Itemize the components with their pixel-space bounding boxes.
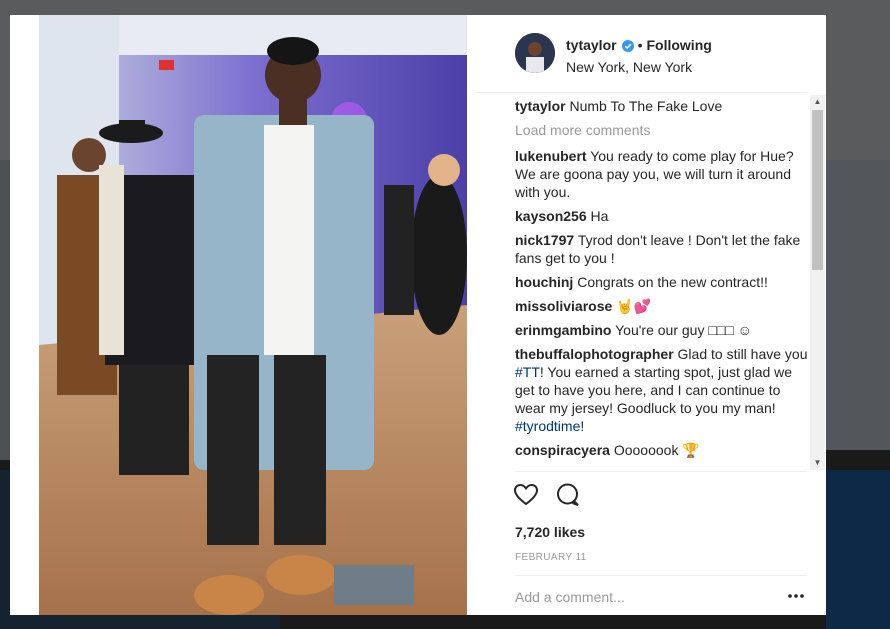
comment-item: nick1797 Tyrod don't leave ! Don't let t… <box>515 231 808 267</box>
post-header: tytaylor • Following New York, New York <box>475 15 807 93</box>
comment-username[interactable]: nick1797 <box>515 232 574 248</box>
comment-item: missoliviarose 🤘💕 <box>515 297 808 315</box>
comment-username[interactable]: conspiracyera <box>515 442 610 458</box>
comment-username[interactable]: tytaylor <box>515 98 566 114</box>
comments-scrollbar[interactable]: ▲ ▼ <box>810 95 825 470</box>
scrollbar-thumb[interactable] <box>812 110 823 270</box>
comment-item: houchinj Congrats on the new contract!! <box>515 273 808 291</box>
username-link[interactable]: tytaylor <box>566 37 617 53</box>
comment-username[interactable]: erinmgambino <box>515 322 611 338</box>
post-photo-illustration <box>39 15 467 615</box>
avatar[interactable] <box>515 33 555 73</box>
post-actions: 7,720 likes FEBRUARY 11 <box>513 471 807 615</box>
comment-text: ! You earned a starting spot, just glad … <box>515 364 793 416</box>
comment-text: 🤘💕 <box>616 298 652 314</box>
comment-username[interactable]: lukenubert <box>515 148 587 164</box>
comment-item: erinmgambino You're our guy □□□ ☺ <box>515 321 808 339</box>
following-button[interactable]: Following <box>646 37 711 53</box>
comment-text: Ha <box>590 208 609 224</box>
username-row: tytaylor • Following <box>566 37 712 53</box>
add-comment-row <box>515 575 807 615</box>
caption-text: Numb To The Fake Love <box>569 98 723 114</box>
comment-text: ! <box>580 418 585 434</box>
scroll-up-arrow-icon[interactable]: ▲ <box>810 95 825 109</box>
post-sidebar: tytaylor • Following New York, New York … <box>475 15 826 615</box>
comment-username[interactable]: missoliviarose <box>515 298 612 314</box>
add-comment-input[interactable] <box>515 587 765 607</box>
photo-panel <box>10 15 475 615</box>
comment-item: conspiracyera Oooooook 🏆 <box>515 441 808 459</box>
comment-item: lukenubert You ready to come play for Hu… <box>515 147 808 201</box>
location-link[interactable]: New York, New York <box>566 59 692 75</box>
comment-list: tytaylor Numb To The Fake Love Load more… <box>515 97 808 471</box>
separator-dot: • <box>637 37 643 53</box>
comment-username[interactable]: houchinj <box>515 274 573 290</box>
caption: tytaylor Numb To The Fake Love <box>515 97 808 115</box>
comment-text: Congrats on the new contract!! <box>577 274 768 290</box>
verified-badge-icon <box>621 39 634 52</box>
post-photo[interactable] <box>39 15 467 615</box>
post-date[interactable]: FEBRUARY 11 <box>515 552 587 563</box>
hashtag-link[interactable]: #TT <box>515 364 540 380</box>
comment-item: kayson256 Ha <box>515 207 808 225</box>
more-dots-icon[interactable] <box>787 587 805 605</box>
scroll-down-arrow-icon[interactable]: ▼ <box>810 456 825 470</box>
heart-icon[interactable] <box>513 482 539 508</box>
likes-count[interactable]: 7,720 likes <box>515 524 585 540</box>
comment-text: Oooooook 🏆 <box>613 442 700 458</box>
comment-username[interactable]: thebuffalophotographer <box>515 346 674 362</box>
load-more-comments-button[interactable]: Load more comments <box>515 121 808 139</box>
comment-text: You're our guy □□□ ☺ <box>615 322 752 338</box>
hashtag-link[interactable]: #tyrodtime <box>515 418 580 434</box>
comment-bubble-icon[interactable] <box>555 482 581 508</box>
post-modal: tytaylor • Following New York, New York … <box>10 15 826 615</box>
comment-text: Glad to still have you <box>677 346 808 362</box>
comment-username[interactable]: kayson256 <box>515 208 587 224</box>
avatar-image <box>515 33 555 73</box>
comment-item: thebuffalophotographer Glad to still hav… <box>515 345 808 435</box>
